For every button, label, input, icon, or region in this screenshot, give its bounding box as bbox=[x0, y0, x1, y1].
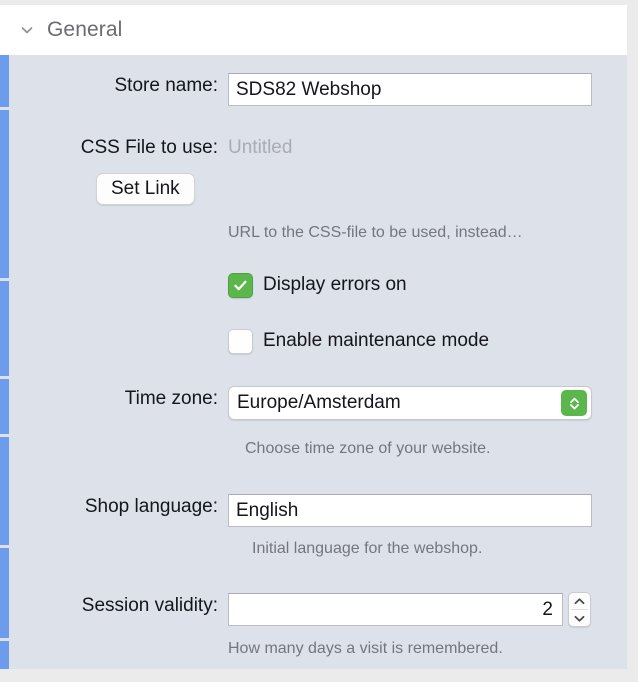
store-name-input[interactable]: SDS82 Webshop bbox=[228, 73, 592, 106]
time-zone-help-text: Choose time zone of your website. bbox=[245, 440, 491, 457]
shop-language-input[interactable]: English bbox=[228, 494, 592, 527]
row-set-link: Set Link bbox=[0, 173, 627, 205]
empty-checkbox-icon[interactable] bbox=[228, 328, 253, 354]
row-maintenance-mode: Enable maintenance mode bbox=[0, 328, 627, 354]
row-css-file: CSS File to use: Untitled bbox=[0, 135, 627, 161]
row-session-validity-help: How many days a visit is remembered. bbox=[0, 638, 627, 660]
time-zone-value: Europe/Amsterdam bbox=[237, 392, 401, 413]
chevron-up-icon[interactable] bbox=[569, 593, 590, 609]
chevron-down-icon[interactable] bbox=[17, 20, 37, 40]
time-zone-label: Time zone: bbox=[124, 388, 218, 409]
row-display-errors: Display errors on bbox=[0, 272, 627, 298]
css-file-value: Untitled bbox=[228, 137, 293, 158]
settings-pane: General Store name: SDS82 Webshop CSS Fi… bbox=[0, 0, 638, 682]
time-zone-popup-button[interactable]: Europe/Amsterdam bbox=[228, 386, 592, 420]
session-validity-input[interactable]: 2 bbox=[228, 593, 563, 626]
maintenance-mode-checkbox-row[interactable]: Enable maintenance mode bbox=[228, 328, 627, 354]
section-header-general[interactable]: General bbox=[0, 5, 627, 55]
row-shop-language-help: Initial language for the webshop. bbox=[0, 538, 627, 560]
session-validity-stepper[interactable] bbox=[568, 592, 591, 627]
session-validity-label: Session validity: bbox=[81, 595, 218, 616]
row-store-name: Store name: SDS82 Webshop bbox=[0, 73, 627, 106]
row-session-validity: Session validity: 2 bbox=[0, 592, 627, 627]
session-validity-help-text: How many days a visit is remembered. bbox=[228, 640, 503, 657]
set-link-button[interactable]: Set Link bbox=[96, 173, 195, 205]
checkmark-icon[interactable] bbox=[228, 272, 253, 298]
store-name-label: Store name: bbox=[114, 75, 219, 96]
section-title: General bbox=[47, 18, 123, 41]
maintenance-mode-label: Enable maintenance mode bbox=[263, 330, 490, 351]
chevron-up-down-icon[interactable] bbox=[561, 390, 587, 416]
shop-language-help-text: Initial language for the webshop. bbox=[252, 540, 483, 557]
css-file-label: CSS File to use: bbox=[80, 137, 218, 158]
chevron-down-icon[interactable] bbox=[569, 610, 590, 626]
row-time-zone: Time zone: Europe/Amsterdam bbox=[0, 386, 627, 420]
row-css-help: URL to the CSS-file to be used, instead… bbox=[0, 222, 627, 244]
general-settings-panel: Store name: SDS82 Webshop CSS File to us… bbox=[0, 55, 627, 669]
display-errors-label: Display errors on bbox=[263, 274, 407, 295]
shop-language-label: Shop language: bbox=[84, 496, 218, 517]
display-errors-checkbox-row[interactable]: Display errors on bbox=[228, 272, 627, 298]
row-time-zone-help: Choose time zone of your website. bbox=[0, 438, 627, 460]
css-file-help-text: URL to the CSS-file to be used, instead… bbox=[228, 224, 523, 241]
row-shop-language: Shop language: English bbox=[0, 494, 627, 527]
